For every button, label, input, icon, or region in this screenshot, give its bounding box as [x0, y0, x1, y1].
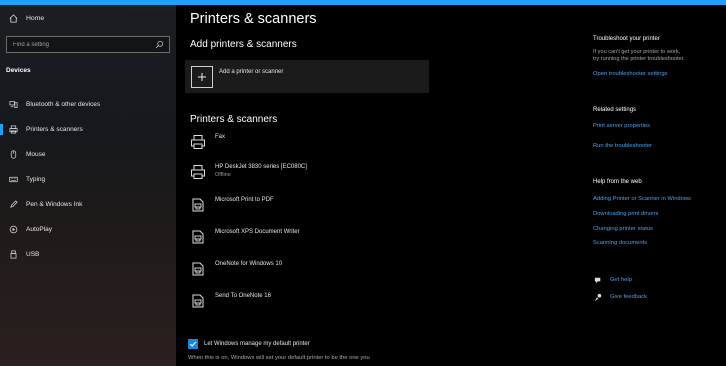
printer-name: Microsoft XPS Document Writer	[215, 229, 300, 235]
usb-icon	[8, 249, 18, 259]
troubleshoot-text-2: try running the printer troubleshooter.	[593, 56, 685, 62]
page-title: Printers & scanners	[190, 11, 317, 27]
default-printer-checkbox-row[interactable]: Let Windows manage my default printer	[188, 339, 310, 349]
give-feedback-link: Give feedback	[610, 294, 648, 300]
printer-status: Offline	[215, 172, 231, 178]
check-icon	[189, 341, 197, 347]
add-printer-label: Add a printer or scanner	[219, 68, 284, 75]
web-link-scanning[interactable]: Scanning documents	[593, 240, 647, 246]
get-help-row[interactable]: Get help	[593, 275, 632, 285]
sidebar-item-label: AutoPlay	[26, 225, 53, 233]
mouse-icon	[8, 149, 18, 159]
printer-name: HP DeskJet 3830 series [EC080C]	[215, 164, 307, 170]
home-icon	[8, 13, 18, 23]
sidebar-item-label: Bluetooth & other devices	[26, 100, 101, 108]
add-printers-heading: Add printers & scanners	[190, 39, 297, 50]
autoplay-icon	[8, 224, 18, 234]
pen-icon	[8, 199, 18, 209]
sidebar-section-title: Devices	[6, 67, 31, 74]
printer-item[interactable]: Microsoft XPS Document Writer	[190, 229, 430, 245]
open-troubleshooter-link[interactable]: Open troubleshooter settings	[593, 71, 667, 77]
troubleshoot-heading: Troubleshoot your printer	[593, 36, 660, 42]
feedback-icon	[593, 292, 603, 302]
search-input[interactable]	[7, 41, 153, 48]
sidebar-item-label: Printers & scanners	[26, 125, 83, 133]
printer-item[interactable]: Send To OneNote 16	[190, 293, 430, 309]
printer-item[interactable]: Fax	[190, 134, 430, 150]
web-link-print-drivers[interactable]: Downloading print drivers	[593, 211, 658, 217]
sidebar-item-label: Typing	[26, 175, 46, 183]
document-printer-icon	[190, 261, 206, 277]
search-icon[interactable]	[153, 39, 165, 51]
get-help-link: Get help	[610, 277, 632, 283]
bluetooth-devices-icon	[8, 99, 18, 109]
search-box	[6, 36, 170, 53]
printer-item[interactable]: HP DeskJet 3830 series [EC080C] Offline	[190, 164, 430, 180]
sidebar-home-label: Home	[26, 14, 45, 22]
sidebar-item-bluetooth[interactable]: Bluetooth & other devices	[0, 99, 176, 109]
keyboard-icon	[8, 174, 18, 184]
add-printer-button[interactable]: Add a printer or scanner	[185, 60, 429, 93]
help-chat-icon	[593, 275, 603, 285]
web-link-adding-printer[interactable]: Adding Printer or Scanner in Windows	[593, 196, 691, 202]
sidebar-item-usb[interactable]: USB	[0, 249, 176, 259]
default-printer-description: When this is on, Windows will set your d…	[188, 355, 370, 361]
sidebar-item-mouse[interactable]: Mouse	[0, 149, 176, 159]
sidebar-item-pen[interactable]: Pen & Windows Ink	[0, 199, 176, 209]
sidebar: Home Devices Bluetooth & other devices P…	[0, 5, 176, 366]
print-server-properties-link[interactable]: Print server properties	[593, 123, 650, 129]
help-web-heading: Help from the web	[593, 179, 642, 185]
default-printer-checkbox-label: Let Windows manage my default printer	[204, 341, 310, 347]
sidebar-item-autoplay[interactable]: AutoPlay	[0, 224, 176, 234]
related-settings-heading: Related settings	[593, 107, 637, 113]
printer-icon	[8, 124, 18, 134]
sidebar-item-label: Pen & Windows Ink	[26, 200, 83, 208]
plus-icon	[191, 65, 213, 88]
sidebar-item-label: Mouse	[26, 150, 46, 158]
sidebar-item-printers[interactable]: Printers & scanners	[0, 124, 176, 134]
printer-name: Send To OneNote 16	[215, 293, 271, 299]
give-feedback-row[interactable]: Give feedback	[593, 292, 647, 302]
sidebar-item-label: USB	[26, 250, 40, 258]
sidebar-home[interactable]: Home	[0, 13, 176, 23]
printer-name: OneNote for Windows 10	[215, 261, 283, 267]
run-troubleshooter-link[interactable]: Run the troubleshooter	[593, 143, 652, 149]
document-printer-icon	[190, 229, 206, 245]
printer-item[interactable]: OneNote for Windows 10	[190, 261, 430, 277]
printer-icon	[190, 164, 206, 180]
sidebar-item-typing[interactable]: Typing	[0, 174, 176, 184]
printer-item[interactable]: Microsoft Print to PDF	[190, 197, 430, 213]
web-link-printer-status[interactable]: Changing printer status	[593, 226, 653, 232]
printers-list-heading: Printers & scanners	[190, 114, 278, 125]
default-printer-checkbox[interactable]	[188, 339, 198, 349]
document-printer-icon	[190, 293, 206, 309]
printer-name: Fax	[215, 134, 226, 140]
document-printer-icon	[190, 197, 206, 213]
printer-name: Microsoft Print to PDF	[215, 197, 274, 203]
printer-icon	[190, 134, 206, 150]
